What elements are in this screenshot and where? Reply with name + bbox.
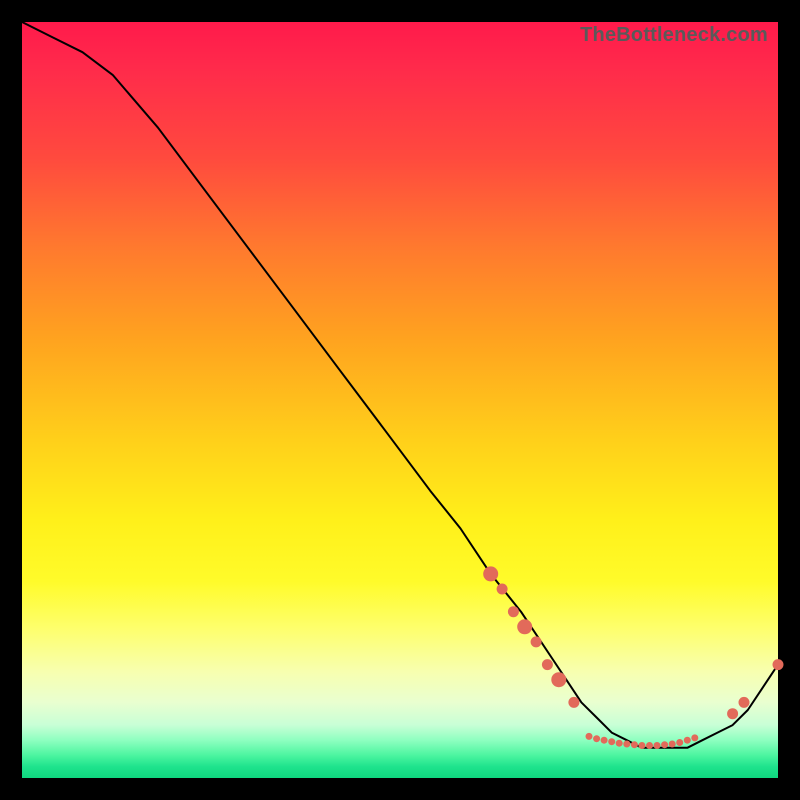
data-marker xyxy=(691,734,698,741)
data-marker xyxy=(483,566,498,581)
data-marker xyxy=(542,659,553,670)
data-marker xyxy=(676,739,683,746)
data-marker xyxy=(551,672,566,687)
data-marker xyxy=(531,636,542,647)
data-marker xyxy=(773,659,784,670)
data-marker xyxy=(517,619,532,634)
data-marker xyxy=(631,741,638,748)
chart-stage: TheBottleneck.com xyxy=(0,0,800,800)
chart-markers xyxy=(483,566,783,749)
data-marker xyxy=(616,740,623,747)
data-marker xyxy=(727,708,738,719)
data-marker xyxy=(593,735,600,742)
data-marker xyxy=(608,738,615,745)
data-marker xyxy=(601,737,608,744)
data-marker xyxy=(739,697,750,708)
data-marker xyxy=(646,742,653,749)
data-marker xyxy=(586,733,593,740)
data-marker xyxy=(661,741,668,748)
data-marker xyxy=(684,737,691,744)
data-marker xyxy=(654,742,661,749)
data-marker xyxy=(623,741,630,748)
data-marker xyxy=(497,584,508,595)
chart-line xyxy=(22,22,778,748)
data-marker xyxy=(638,742,645,749)
data-marker xyxy=(568,697,579,708)
data-marker xyxy=(508,606,519,617)
chart-plot-area: TheBottleneck.com xyxy=(22,22,778,778)
chart-svg xyxy=(22,22,778,778)
data-marker xyxy=(669,741,676,748)
